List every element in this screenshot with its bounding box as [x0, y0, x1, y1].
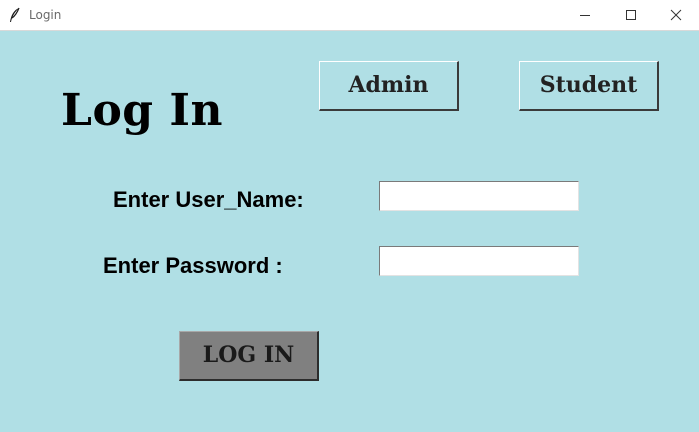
admin-button[interactable]: Admin [319, 61, 459, 111]
maximize-icon [626, 10, 636, 20]
close-icon [670, 9, 682, 21]
maximize-button[interactable] [608, 0, 654, 31]
page-title: Log In [61, 85, 223, 136]
password-input[interactable] [379, 246, 579, 276]
minimize-button[interactable] [562, 0, 608, 31]
password-label: Enter Password : [103, 253, 283, 278]
username-label: Enter User_Name: [113, 187, 304, 212]
title-bar: Login [0, 0, 699, 31]
username-input[interactable] [379, 181, 579, 211]
minimize-icon [580, 15, 590, 16]
login-form: Log In Admin Student Enter User_Name: En… [0, 31, 699, 432]
window-title: Login [29, 8, 62, 22]
student-button[interactable]: Student [519, 61, 659, 111]
close-button[interactable] [653, 0, 699, 31]
login-button[interactable]: LOG IN [179, 331, 319, 381]
feather-icon [8, 7, 22, 23]
